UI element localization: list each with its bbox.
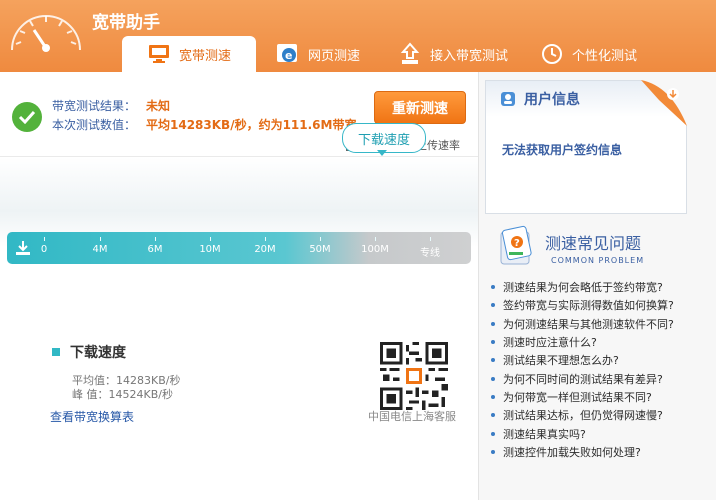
clock-icon bbox=[540, 42, 564, 66]
faq-item-text: 测速结果真实吗? bbox=[503, 427, 586, 441]
faq-subtitle: COMMON PROBLEM bbox=[551, 256, 645, 265]
download-speed-title: 下载速度 bbox=[52, 342, 126, 362]
tick-label: 50M bbox=[309, 244, 331, 255]
tick-mark bbox=[375, 237, 376, 241]
page-curl-corner[interactable] bbox=[641, 80, 687, 126]
faq-item[interactable]: 测速结果为何会略低于签约带宽? bbox=[491, 278, 674, 296]
bullet-dot-icon bbox=[491, 340, 495, 345]
tab-label: 接入带宽测试 bbox=[430, 48, 509, 64]
tab-broadband-speed[interactable]: 宽带测速 bbox=[122, 36, 256, 72]
faq-item-text: 测试结果达标，但仍觉得网速慢? bbox=[503, 409, 663, 423]
tick-mark bbox=[210, 237, 211, 241]
tab-label: 网页测速 bbox=[308, 48, 361, 64]
result-label: 带宽测试结果： bbox=[52, 99, 137, 113]
bullet-dot-icon bbox=[491, 394, 495, 399]
tick-label: 6M bbox=[147, 244, 163, 255]
faq-item[interactable]: 测试结果不理想怎么办? bbox=[491, 351, 674, 369]
faq-item-text: 测速结果为何会略低于签约带宽? bbox=[503, 281, 663, 295]
bullet-dot-icon bbox=[491, 413, 495, 418]
checkmark-icon bbox=[12, 102, 42, 132]
faq-item-text: 签约带宽与实际测得数值如何换算? bbox=[503, 299, 674, 313]
bullet-dot-icon bbox=[491, 431, 495, 436]
speed-bubble: 下载速度 bbox=[342, 123, 426, 153]
test-value-label: 本次测试数值： bbox=[52, 118, 137, 132]
side-panel: 用户信息 无法获取用户签约信息 ? 测速常见问题 COMMON PROBLEM … bbox=[479, 72, 716, 500]
speed-test-panel: 带宽测试结果： 未知 本次测试数值： 平均14283KB/秒，约为111.6M带… bbox=[0, 72, 479, 500]
bullet-dot-icon bbox=[491, 449, 495, 454]
download-speed-heading: 下载速度 bbox=[70, 345, 126, 361]
result-value: 未知 bbox=[146, 99, 171, 113]
bandwidth-table-link[interactable]: 查看带宽换算表 bbox=[50, 408, 134, 425]
tick-mark bbox=[320, 237, 321, 241]
faq-item[interactable]: 为何带宽一样但测试结果不同? bbox=[491, 388, 674, 406]
faq-list: 测速结果为何会略低于签约带宽? 签约带宽与实际测得数值如何换算? 为何测速结果与… bbox=[491, 278, 674, 461]
tick-mark bbox=[44, 237, 45, 241]
bullet-square-icon bbox=[52, 348, 60, 356]
tab-web-speed[interactable]: e 网页测速 bbox=[276, 36, 360, 72]
user-info-card: 用户信息 无法获取用户签约信息 bbox=[485, 80, 687, 214]
faq-item-text: 为何带宽一样但测试结果不同? bbox=[503, 390, 652, 404]
faq-item[interactable]: 测试结果达标，但仍觉得网速慢? bbox=[491, 406, 674, 424]
monitor-icon bbox=[147, 42, 171, 66]
tick-label: 0 bbox=[40, 244, 48, 255]
faq-item-text: 为何测速结果与其他测速软件不同? bbox=[503, 317, 674, 331]
retest-button[interactable]: 重新测速 bbox=[374, 91, 466, 124]
speedometer-icon bbox=[11, 15, 81, 52]
browser-e-icon: e bbox=[276, 42, 300, 66]
tick-mark bbox=[100, 237, 101, 241]
tick-label: 10M bbox=[199, 244, 221, 255]
qr-code-icon[interactable] bbox=[380, 342, 448, 410]
faq-item-text: 为何不同时间的测试结果有差异? bbox=[503, 372, 663, 386]
upload-arrow-icon bbox=[398, 42, 422, 66]
tab-label: 宽带测速 bbox=[178, 48, 231, 64]
app-title: 宽带助手 bbox=[92, 13, 160, 33]
tick-mark bbox=[155, 237, 156, 241]
tick-label: 20M bbox=[254, 244, 276, 255]
faq-item-text: 测速时应注意什么? bbox=[503, 336, 597, 350]
faq-item[interactable]: 测速时应注意什么? bbox=[491, 333, 674, 351]
user-info-title: 用户信息 bbox=[524, 92, 580, 108]
faq-item-text: 测速控件加载失败如何处理? bbox=[503, 445, 641, 459]
tab-label: 个性化测试 bbox=[572, 48, 638, 64]
tick-mark bbox=[265, 237, 266, 241]
bullet-dot-icon bbox=[491, 358, 495, 363]
bullet-dot-icon bbox=[491, 303, 495, 308]
speed-scale-bar: 0 4M 6M 10M 20M 50M 100M 专线 bbox=[7, 232, 471, 264]
bullet-dot-icon bbox=[491, 321, 495, 326]
speed-bubble-tail bbox=[377, 150, 387, 156]
tick-mark bbox=[430, 237, 431, 241]
tab-personalized-test[interactable]: 个性化测试 bbox=[540, 36, 637, 72]
faq-item-text: 测试结果不理想怎么办? bbox=[503, 354, 619, 368]
faq-item[interactable]: 为何不同时间的测试结果有差异? bbox=[491, 369, 674, 387]
tab-access-bandwidth[interactable]: 接入带宽测试 bbox=[398, 36, 508, 72]
faq-illustration-icon: ? bbox=[500, 225, 532, 265]
tick-label: 专线 bbox=[420, 248, 440, 259]
tick-label: 100M bbox=[361, 244, 389, 255]
app-header: 宽带助手 宽带测速 e 网页测速 接入带宽测试 个性化测试 bbox=[0, 0, 716, 72]
user-info-icon bbox=[501, 92, 515, 106]
faq-title: 测速常见问题 bbox=[545, 234, 642, 253]
bullet-dot-icon bbox=[491, 376, 495, 381]
svg-text:?: ? bbox=[514, 238, 520, 249]
user-info-message: 无法获取用户签约信息 bbox=[502, 143, 623, 157]
faq-item[interactable]: 测速控件加载失败如何处理? bbox=[491, 443, 674, 461]
tick-label: 4M bbox=[92, 244, 108, 255]
test-value: 平均14283KB/秒，约为111.6M带宽。 bbox=[146, 118, 369, 132]
qr-caption: 中国电信上海客服 bbox=[368, 410, 456, 423]
svg-text:e: e bbox=[285, 49, 292, 62]
bullet-dot-icon bbox=[491, 285, 495, 290]
peak-speed: 峰 值：14524KB/秒 bbox=[72, 388, 173, 401]
faq-item[interactable]: 测速结果真实吗? bbox=[491, 424, 674, 442]
faq-item[interactable]: 签约带宽与实际测得数值如何换算? bbox=[491, 296, 674, 314]
faq-item[interactable]: 为何测速结果与其他测速软件不同? bbox=[491, 315, 674, 333]
